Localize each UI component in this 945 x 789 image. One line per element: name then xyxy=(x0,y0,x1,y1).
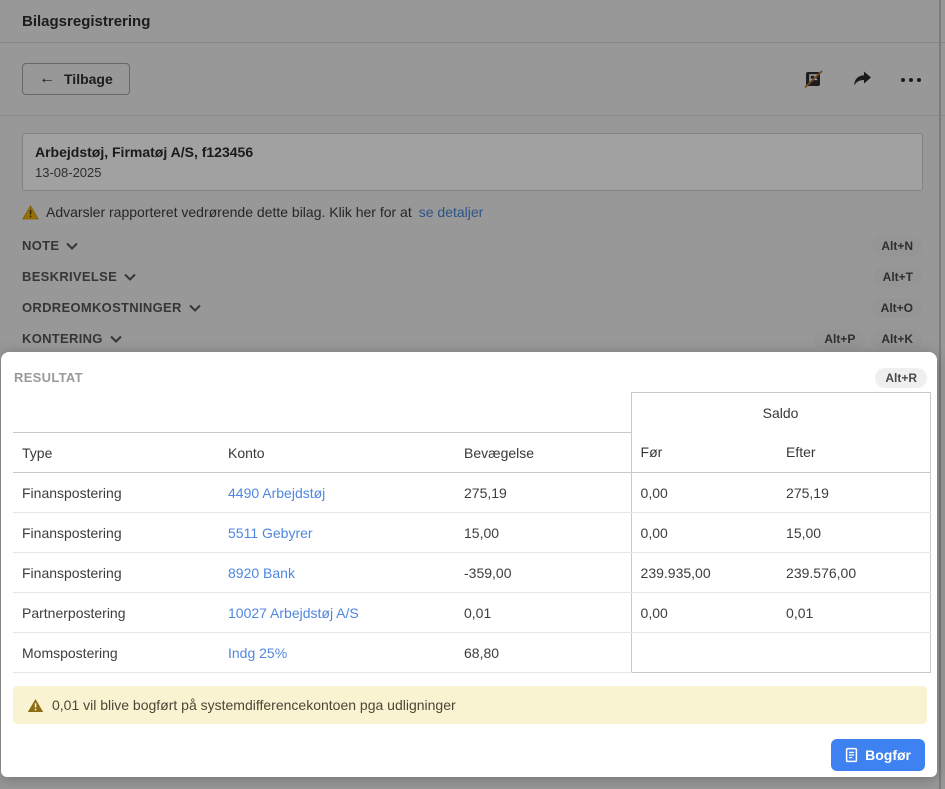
cell-bevaegelse: 275,19 xyxy=(455,473,631,513)
cell-efter: 15,00 xyxy=(777,513,930,553)
col-header-bevaegelse: Bevægelse xyxy=(455,433,631,473)
table-row: Finanspostering 5511 Gebyrer 15,00 0,00 … xyxy=(13,513,930,553)
cell-bevaegelse: -359,00 xyxy=(455,553,631,593)
system-difference-warning: 0,01 vil blive bogført på systemdifferen… xyxy=(13,686,927,724)
result-panel-header: RESULTAT Alt+R xyxy=(1,352,937,392)
cell-type: Momspostering xyxy=(13,633,219,673)
cell-bevaegelse: 0,01 xyxy=(455,593,631,633)
cell-efter: 275,19 xyxy=(777,473,930,513)
col-header-foer: Før xyxy=(631,433,777,473)
table-row: Finanspostering 4490 Arbejdstøj 275,19 0… xyxy=(13,473,930,513)
col-header-type: Type xyxy=(13,433,219,473)
konto-link[interactable]: 10027 Arbejdstøj A/S xyxy=(228,605,359,621)
system-difference-warning-text: 0,01 vil blive bogført på systemdifferen… xyxy=(52,697,456,713)
cell-efter: 0,01 xyxy=(777,593,930,633)
konto-link[interactable]: 4490 Arbejdstøj xyxy=(228,485,325,501)
cell-type: Partnerpostering xyxy=(13,593,219,633)
cell-foer: 0,00 xyxy=(631,473,777,513)
col-header-efter: Efter xyxy=(777,433,930,473)
cell-foer: 0,00 xyxy=(631,593,777,633)
cell-bevaegelse: 68,80 xyxy=(455,633,631,673)
col-header-konto: Konto xyxy=(219,433,455,473)
cell-type: Finanspostering xyxy=(13,553,219,593)
result-panel-title: RESULTAT xyxy=(14,370,83,385)
post-button[interactable]: Bogfør xyxy=(831,739,925,771)
cell-foer: 239.935,00 xyxy=(631,553,777,593)
konto-link[interactable]: Indg 25% xyxy=(228,645,287,661)
table-row: Partnerpostering 10027 Arbejdstøj A/S 0,… xyxy=(13,593,930,633)
document-icon xyxy=(845,747,858,763)
cell-type: Finanspostering xyxy=(13,513,219,553)
cell-efter: 239.576,00 xyxy=(777,553,930,593)
saldo-group-header: Saldo xyxy=(631,393,930,433)
panel-footer: Bogfør xyxy=(1,724,937,771)
cell-saldo-empty xyxy=(631,633,930,673)
result-panel: RESULTAT Alt+R Saldo Type Konto Bevægels… xyxy=(1,352,937,777)
cell-bevaegelse: 15,00 xyxy=(455,513,631,553)
cell-type: Finanspostering xyxy=(13,473,219,513)
result-table: Saldo Type Konto Bevægelse Før Efter Fin… xyxy=(13,392,931,673)
warning-triangle-icon xyxy=(27,698,44,713)
shortcut-badge: Alt+R xyxy=(875,368,927,388)
column-header-row: Type Konto Bevægelse Før Efter xyxy=(13,433,930,473)
table-row: Momspostering Indg 25% 68,80 xyxy=(13,633,930,673)
konto-link[interactable]: 5511 Gebyrer xyxy=(228,525,313,541)
konto-link[interactable]: 8920 Bank xyxy=(228,565,295,581)
saldo-group-row: Saldo xyxy=(13,393,930,433)
post-button-label: Bogfør xyxy=(865,747,911,763)
cell-foer: 0,00 xyxy=(631,513,777,553)
table-row: Finanspostering 8920 Bank -359,00 239.93… xyxy=(13,553,930,593)
